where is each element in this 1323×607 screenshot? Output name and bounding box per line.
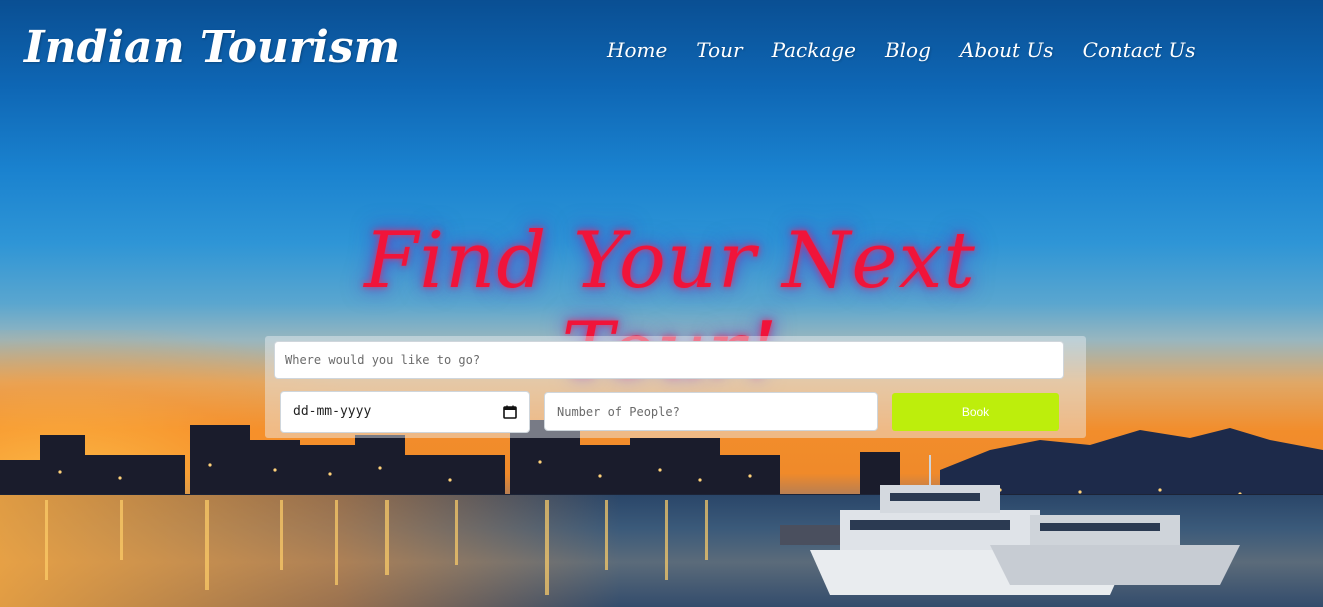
book-button[interactable]: Book — [892, 393, 1059, 431]
calendar-icon[interactable] — [503, 405, 517, 419]
yacht-image — [780, 455, 1240, 595]
main-nav: Home Tour Package Blog About Us Contact … — [607, 38, 1195, 62]
nav-item-package: Package — [772, 38, 856, 62]
nav-link-tour[interactable]: Tour — [696, 38, 742, 62]
booking-form: dd-mm-yyyy Book — [265, 336, 1086, 438]
nav-link-blog[interactable]: Blog — [885, 38, 931, 62]
nav-item-about: About Us — [960, 38, 1054, 62]
nav-link-package[interactable]: Package — [772, 38, 856, 62]
nav-link-about-us[interactable]: About Us — [960, 38, 1054, 62]
hero-section: Indian Tourism Home Tour Package Blog Ab… — [0, 0, 1323, 607]
site-logo[interactable]: Indian Tourism — [24, 22, 400, 73]
nav-item-blog: Blog — [885, 38, 931, 62]
nav-link-home[interactable]: Home — [607, 38, 667, 62]
destination-input[interactable] — [274, 341, 1064, 379]
nav-item-tour: Tour — [696, 38, 742, 62]
date-picker-input[interactable]: dd-mm-yyyy — [280, 391, 530, 433]
nav-item-contact: Contact Us — [1083, 38, 1196, 62]
nav-link-contact-us[interactable]: Contact Us — [1083, 38, 1196, 62]
date-value: dd-mm-yyyy — [293, 404, 372, 419]
nav-item-home: Home — [607, 38, 667, 62]
people-count-input[interactable] — [544, 392, 878, 431]
